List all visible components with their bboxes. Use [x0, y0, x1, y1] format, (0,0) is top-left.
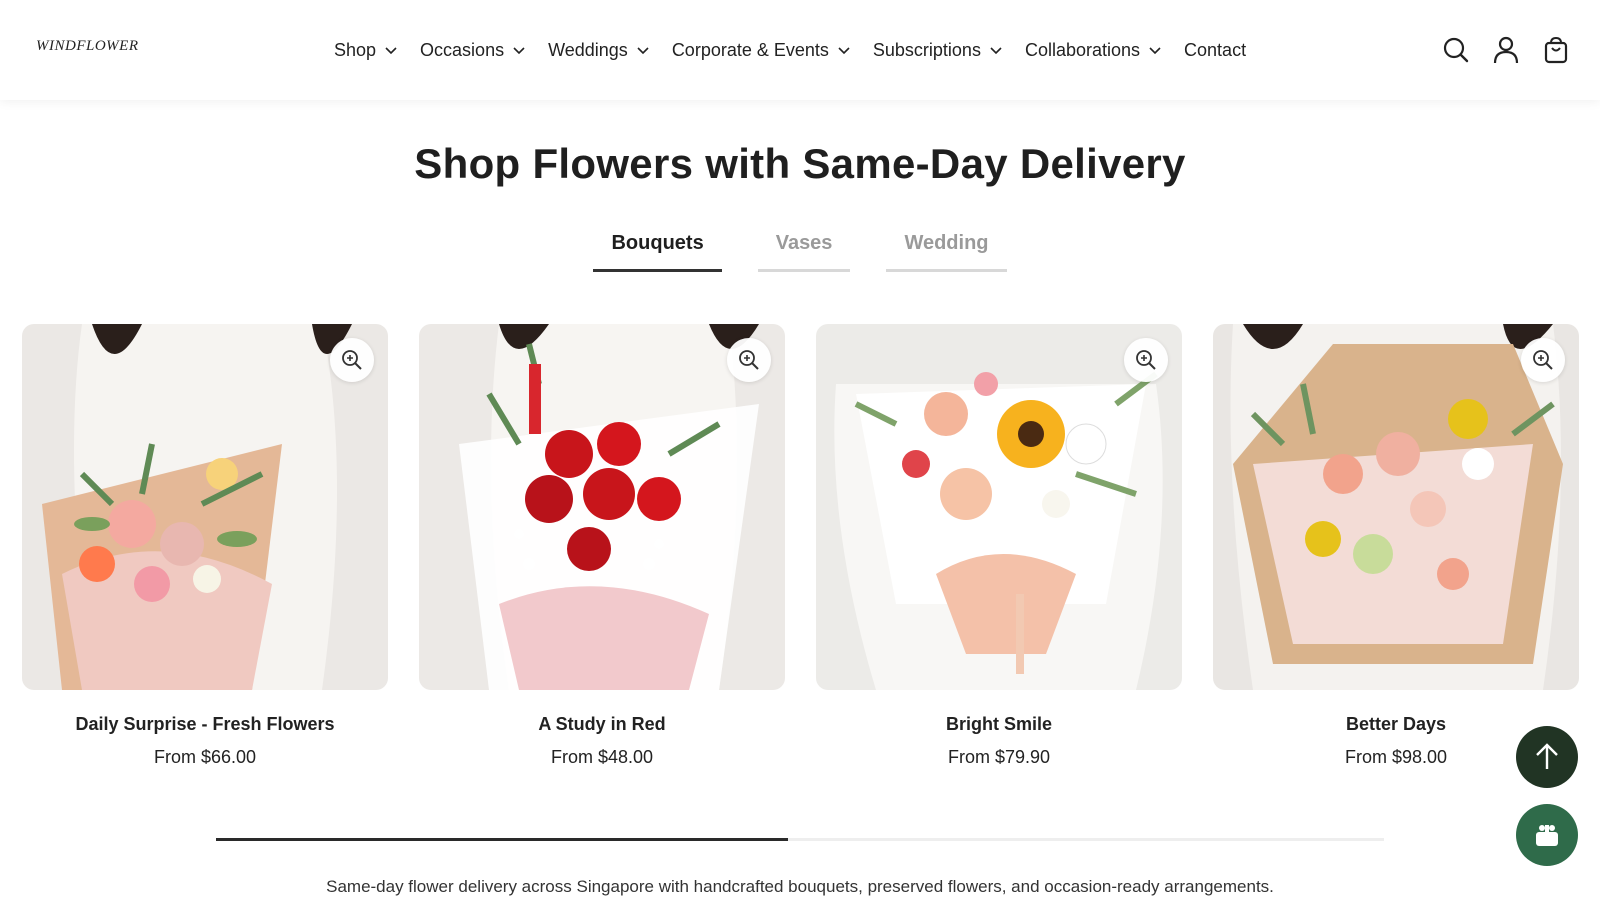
nav-item-subscriptions[interactable]: Subscriptions: [873, 36, 1003, 64]
category-tabs: Bouquets Vases Wedding: [0, 232, 1600, 272]
product-name[interactable]: A Study in Red: [419, 714, 785, 735]
scrollbar-thumb[interactable]: [216, 838, 789, 841]
product-image[interactable]: [22, 324, 388, 690]
product-card[interactable]: A Study in Red From $48.00: [419, 324, 785, 768]
product-image[interactable]: [419, 324, 785, 690]
bouquet-illustration: [22, 324, 388, 690]
nav-item-shop[interactable]: Shop: [334, 36, 398, 64]
product-price: From $48.00: [550, 747, 654, 767]
tab-wedding[interactable]: Wedding: [886, 232, 1007, 272]
nav-item-corporate-events[interactable]: Corporate & Events: [672, 36, 851, 64]
product-price: From $79.90: [947, 747, 1051, 767]
chevron-down-icon: [838, 47, 850, 55]
nav-label: Contact: [1184, 39, 1247, 60]
product-name[interactable]: Better Days: [1213, 714, 1579, 735]
carousel-scrollbar[interactable]: [216, 838, 1384, 841]
nav-item-weddings[interactable]: Weddings: [548, 36, 650, 64]
zoom-in-icon: [1533, 350, 1553, 370]
product-card[interactable]: Bright Smile From $79.90: [816, 324, 1182, 768]
nav-label: Occasions: [420, 39, 505, 60]
chevron-down-icon: [1149, 47, 1161, 55]
rewards-button[interactable]: [1516, 804, 1578, 866]
product-grid: Daily Surprise - Fresh Flowers From $66.…: [22, 324, 1579, 768]
nav-label: Weddings: [548, 39, 628, 60]
chevron-down-icon: [637, 47, 649, 55]
site-header: WINDFLOWER Shop Occasions Weddings Corpo…: [0, 0, 1600, 100]
zoom-in-icon: [342, 350, 362, 370]
product-name[interactable]: Daily Surprise - Fresh Flowers: [22, 714, 388, 735]
search-icon: [1443, 37, 1469, 63]
nav-label: Collaborations: [1024, 39, 1141, 60]
account-button[interactable]: [1492, 36, 1520, 64]
product-price: From $66.00: [153, 747, 257, 767]
zoom-button[interactable]: [1124, 338, 1168, 382]
section-description: Same-day flower delivery across Singapor…: [326, 877, 1274, 896]
nav-label: Corporate & Events: [671, 39, 829, 60]
cart-icon: [1544, 36, 1568, 64]
zoom-button[interactable]: [1521, 338, 1565, 382]
product-card[interactable]: Better Days From $98.00: [1213, 324, 1579, 768]
zoom-button[interactable]: [727, 338, 771, 382]
chevron-down-icon: [990, 47, 1002, 55]
main-nav: Shop Occasions Weddings Corporate & Even…: [334, 36, 1268, 64]
product-image[interactable]: [816, 324, 1182, 690]
bouquet-illustration: [1213, 324, 1579, 690]
product-name[interactable]: Bright Smile: [816, 714, 1182, 735]
tab-bouquets[interactable]: Bouquets: [593, 232, 722, 272]
cart-button[interactable]: [1542, 36, 1570, 64]
page-title: Shop Flowers with Same-Day Delivery: [414, 140, 1186, 187]
tab-vases[interactable]: Vases: [757, 232, 851, 272]
nav-item-contact[interactable]: Contact: [1184, 36, 1246, 64]
nav-label: Subscriptions: [872, 39, 981, 60]
nav-label: Shop: [334, 39, 377, 60]
search-button[interactable]: [1442, 36, 1470, 64]
zoom-in-icon: [1136, 350, 1156, 370]
product-image[interactable]: [1213, 324, 1579, 690]
header-actions: [1442, 36, 1570, 64]
nav-item-occasions[interactable]: Occasions: [420, 36, 526, 64]
nav-item-collaborations[interactable]: Collaborations: [1025, 36, 1162, 64]
zoom-button[interactable]: [330, 338, 374, 382]
arrow-up-icon: [1536, 743, 1558, 769]
gift-icon: [1536, 825, 1558, 846]
bouquet-illustration: [816, 324, 1182, 690]
product-card[interactable]: Daily Surprise - Fresh Flowers From $66.…: [22, 324, 388, 768]
zoom-in-icon: [739, 350, 759, 370]
back-to-top-button[interactable]: [1516, 726, 1578, 788]
chevron-down-icon: [385, 47, 397, 55]
chevron-down-icon: [513, 47, 525, 55]
bouquet-illustration: [419, 324, 785, 690]
site-logo[interactable]: WINDFLOWER: [36, 38, 139, 55]
account-icon: [1493, 36, 1519, 64]
